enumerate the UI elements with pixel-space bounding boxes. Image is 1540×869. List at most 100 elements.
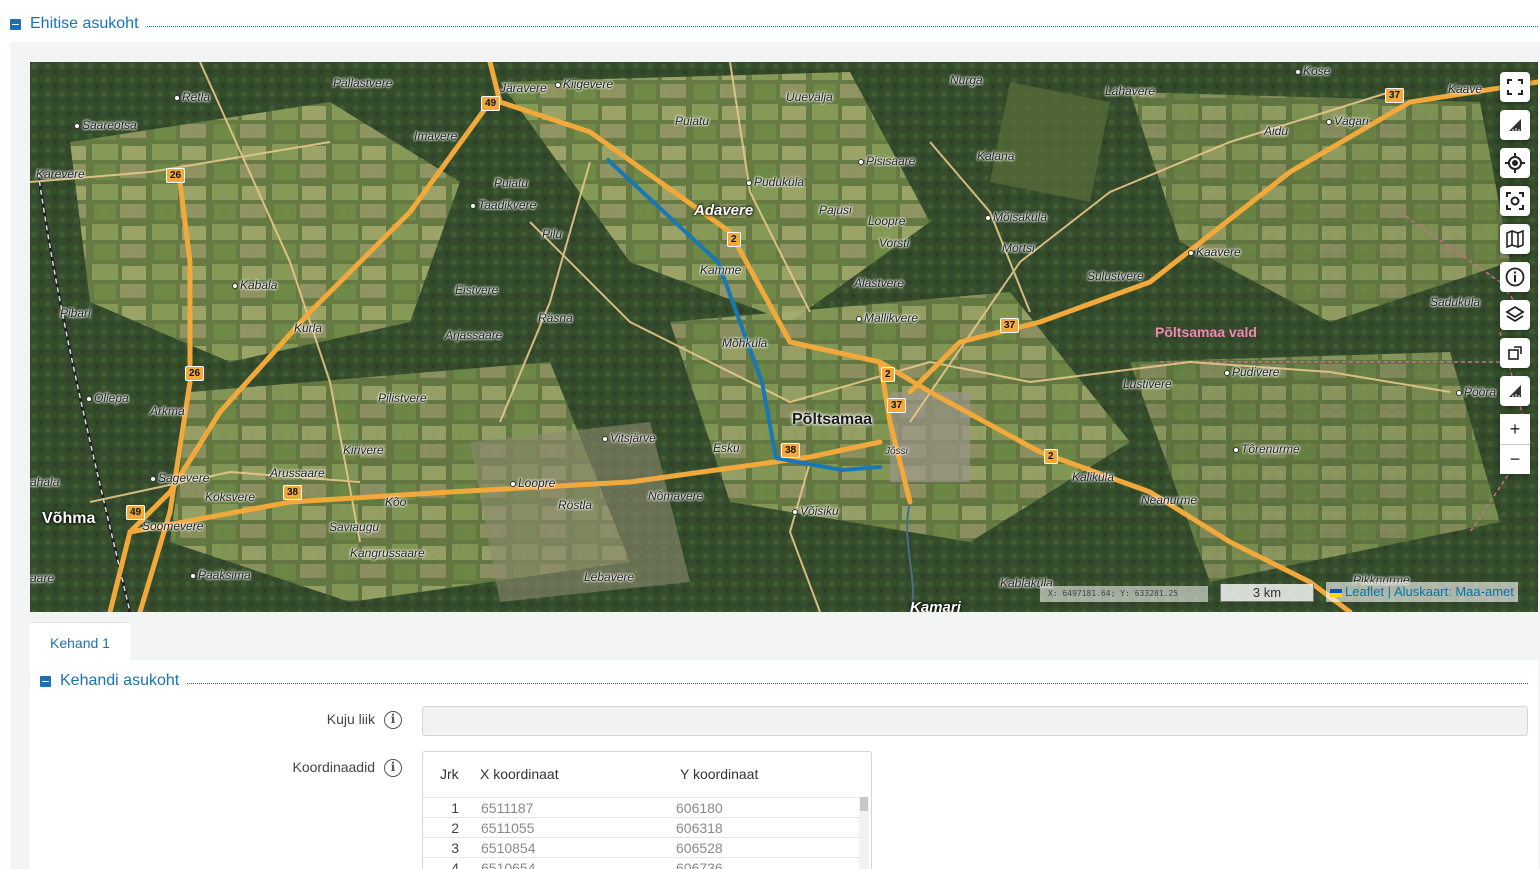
map-view[interactable]: Pällastvere Retla Saareotsa Järavere Kii… xyxy=(30,62,1538,612)
measure-area-icon[interactable] xyxy=(1500,376,1530,406)
screenshot-icon[interactable] xyxy=(1500,186,1530,216)
coordinates-table: Jrk X koordinaat Y koordinaat 1 6511187 … xyxy=(422,751,872,869)
column-header-x: X koordinaat xyxy=(480,766,559,782)
table-row[interactable]: 3 6510854 606528 xyxy=(423,837,859,857)
map-label: Sadukūla xyxy=(1430,295,1481,309)
map-label: Võhma xyxy=(42,510,96,527)
map-label: Sagevere xyxy=(150,472,209,484)
road-shield: 2 xyxy=(881,367,895,382)
table-scrollbar[interactable] xyxy=(859,797,869,869)
map-label: Räsna xyxy=(538,311,573,325)
map-label: Põltsamaa xyxy=(792,411,873,428)
map-label: Pudivere xyxy=(1224,366,1279,378)
map-label: Kangrussaare xyxy=(350,546,425,560)
fullscreen-icon[interactable] xyxy=(1500,72,1530,102)
zoom-out-button[interactable]: − xyxy=(1500,444,1530,474)
cell-x: 6510854 xyxy=(481,840,536,856)
info-icon[interactable] xyxy=(1500,262,1530,292)
map-label: Arjassaare xyxy=(445,328,503,342)
map-label: Eistvere xyxy=(455,283,499,297)
map-label: Nõmavere xyxy=(648,489,704,503)
map-label: Koksvere xyxy=(205,490,256,504)
map-label: Pajusi xyxy=(819,203,852,217)
collapse-icon[interactable] xyxy=(40,675,51,687)
map-label: Puiatu xyxy=(494,176,529,190)
cell-jrk: 1 xyxy=(451,800,459,816)
map-label: Pibari xyxy=(60,306,91,320)
map-label: Vägari xyxy=(1326,115,1369,127)
map-label: Kamari xyxy=(910,599,961,612)
section-divider xyxy=(187,682,1528,684)
road-shield: 26 xyxy=(185,366,205,381)
map-label: Mõisaküla xyxy=(985,211,1047,223)
map-label: Kamme xyxy=(700,263,742,277)
map-label: Pisisaare xyxy=(858,155,915,167)
table-row[interactable]: 2 6511055 606318 xyxy=(423,817,859,837)
map-label: Aidu xyxy=(1264,124,1289,138)
map-controls: + − xyxy=(1500,72,1530,474)
table-row[interactable]: 1 6511187 606180 xyxy=(423,797,859,817)
map-label: Vitsjärve xyxy=(602,432,656,444)
collapse-icon[interactable] xyxy=(10,18,21,30)
map-label: ahala xyxy=(30,475,60,489)
table-header: Jrk X koordinaat Y koordinaat xyxy=(423,752,871,796)
map-label: Mõhküla xyxy=(722,336,768,350)
map-label: Esku xyxy=(713,441,740,455)
map-label: Mörtsi xyxy=(1002,241,1035,255)
map-label: Lustivere xyxy=(1123,377,1172,391)
map-icon[interactable] xyxy=(1500,224,1530,254)
map-label: Kaavere xyxy=(1188,246,1241,258)
map-label: Kirivere xyxy=(343,443,384,457)
map-label: Saareotsa xyxy=(74,119,137,131)
map-label: Taadikvere xyxy=(470,199,536,211)
section-divider xyxy=(146,25,1538,27)
cell-y: 606736 xyxy=(676,860,723,869)
map-label: Alastvere xyxy=(854,276,905,290)
map-label: aare xyxy=(30,571,55,585)
map-label: Nurga xyxy=(950,73,983,87)
rotate-icon[interactable] xyxy=(1500,338,1530,368)
map-label: Mällikvere xyxy=(856,312,918,324)
map-label: Kurla xyxy=(294,321,323,335)
cell-y: 606180 xyxy=(676,800,723,816)
map-label: Tõrenurme xyxy=(1233,443,1300,455)
shape-type-label: Kuju liik xyxy=(326,711,375,727)
measure-icon[interactable] xyxy=(1500,110,1530,140)
table-row[interactable]: 4 6510654 606736 xyxy=(423,857,859,869)
map-label: Retla xyxy=(174,91,210,103)
map-label: Pööra xyxy=(1456,386,1496,398)
map-label: Loopre xyxy=(868,214,906,228)
column-header-y: Y koordinaat xyxy=(680,766,759,782)
road-shield: 2 xyxy=(727,232,741,247)
map-label: Pällastvere xyxy=(333,76,393,90)
attribution-separator: | xyxy=(1384,584,1394,599)
road-shield: 49 xyxy=(126,505,146,520)
map-label: Pilu xyxy=(542,227,563,241)
scrollbar-thumb[interactable] xyxy=(860,797,868,811)
section-title: Ehitise asukoht xyxy=(30,15,139,32)
map-label: Soomevere xyxy=(142,519,204,533)
tab-kehand-1[interactable]: Kehand 1 xyxy=(30,622,130,661)
map-label: Kabala xyxy=(232,279,277,291)
cell-y: 606528 xyxy=(676,840,723,856)
info-icon[interactable]: i xyxy=(384,711,402,729)
basemap-link[interactable]: Aluskaart: Maa-amet xyxy=(1394,584,1514,599)
map-label: Kõo xyxy=(385,495,407,509)
map-label: Sulustvere xyxy=(1087,269,1144,283)
shape-type-select[interactable] xyxy=(422,706,1528,736)
map-label: Jõssi xyxy=(885,446,908,457)
map-basemap xyxy=(30,62,1538,612)
road-shield: 38 xyxy=(283,485,303,500)
map-label: Neanurme xyxy=(1141,493,1198,507)
locate-icon[interactable] xyxy=(1500,148,1530,178)
map-label: Arkma xyxy=(150,404,185,418)
map-scale: 3 km xyxy=(1220,584,1314,602)
leaflet-link[interactable]: Leaflet xyxy=(1345,584,1384,599)
map-label: Kärevere xyxy=(36,167,85,181)
info-icon[interactable]: i xyxy=(384,759,402,777)
zoom-in-button[interactable]: + xyxy=(1500,414,1530,444)
map-label: Imavere xyxy=(414,129,458,143)
cell-x: 6511055 xyxy=(481,820,535,836)
layers-icon[interactable] xyxy=(1500,300,1530,330)
map-label: Võisiku xyxy=(792,505,839,517)
